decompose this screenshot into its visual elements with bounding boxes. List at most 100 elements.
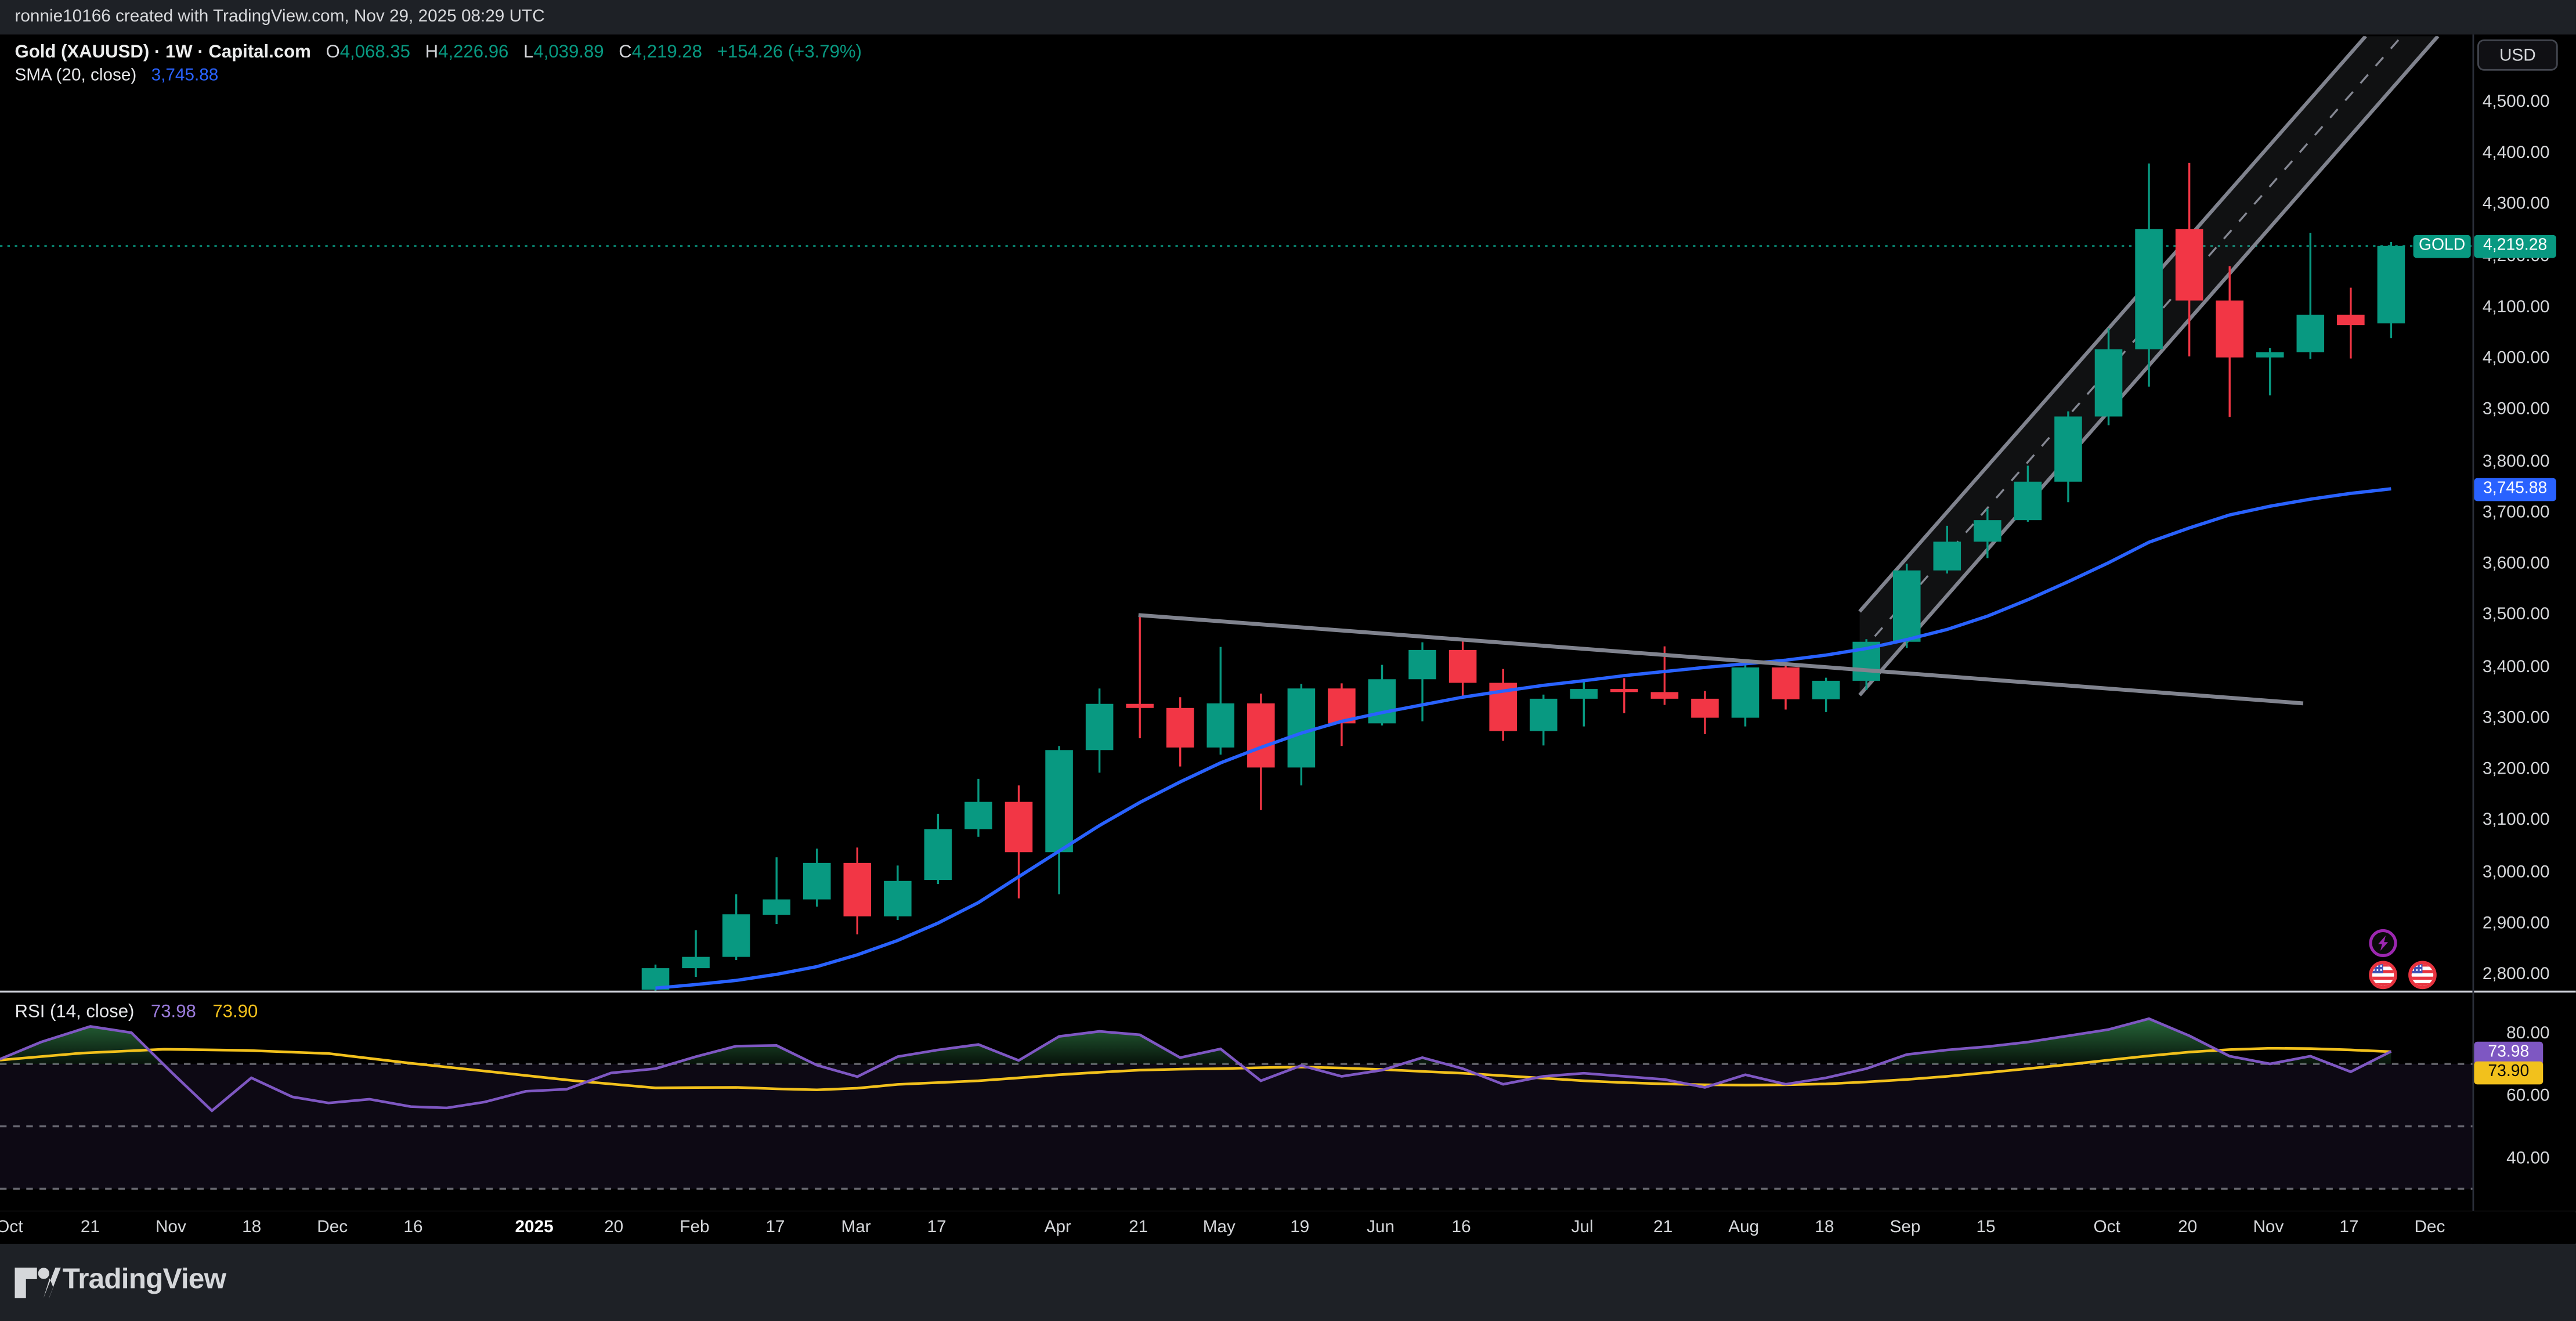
time-axis-label: 20 (604, 1216, 623, 1239)
candle-body (1045, 750, 1073, 852)
chart-canvas[interactable] (0, 0, 2576, 1321)
candle (884, 865, 912, 920)
candle-body (1368, 679, 1396, 723)
candle-body (2135, 229, 2163, 349)
high-value: 4,226.96 (438, 43, 508, 63)
price-axis-label: 3,700.00 (2464, 503, 2549, 522)
candle-body (1893, 571, 1921, 642)
candles (642, 163, 2405, 1008)
candle (1328, 683, 1356, 746)
candle (2216, 266, 2243, 417)
candle-body (1288, 688, 1316, 767)
candle-body (1974, 520, 2001, 542)
flag-star (2419, 969, 2421, 971)
candle (2256, 348, 2284, 395)
candle (1732, 662, 1760, 726)
tradingview-logo-icon[interactable] (15, 1264, 60, 1303)
currency-button[interactable]: USD (2477, 39, 2558, 71)
tradingview-logo-text[interactable]: TradingView (63, 1262, 226, 1296)
time-axis-label: 16 (1452, 1216, 1471, 1239)
time-axis-label: Jul (1571, 1216, 1594, 1239)
flag-star (2380, 969, 2382, 971)
candle-body (844, 863, 872, 916)
candle (1449, 640, 1477, 697)
flag-star (2416, 969, 2418, 971)
candle-body (1449, 650, 1477, 683)
us-flag-event-icon[interactable] (2371, 962, 2396, 987)
sma-legend[interactable]: SMA (20, close) 3,745.88 (15, 66, 218, 85)
candle (2378, 242, 2405, 338)
lightning-event-icon[interactable] (2371, 930, 2396, 955)
candle (682, 930, 710, 977)
candle-body (1812, 681, 1840, 699)
change-value: +154.26 (+3.79%) (717, 43, 862, 63)
price-axis-label: 4,000.00 (2464, 349, 2549, 369)
price-axis-label: 4,400.00 (2464, 143, 2549, 163)
rsi-pane (0, 1019, 2473, 1189)
low-value: 4,039.89 (533, 43, 604, 63)
main-pane (0, 36, 2473, 1008)
flag-stripe (2372, 977, 2395, 980)
candle-body (1207, 703, 1235, 748)
candle (1045, 746, 1073, 894)
candle (1772, 662, 1800, 709)
candle-body (1530, 699, 1558, 731)
symbol-legend[interactable]: Gold (XAUUSD) · 1W · Capital.com O4,068.… (15, 43, 862, 63)
time-axis[interactable]: Oct21Nov18Dec16202520Feb17Mar17Apr21May1… (0, 1211, 2576, 1244)
rsi-legend[interactable]: RSI (14, close) 73.98 73.90 (15, 1002, 258, 1022)
candle (1570, 679, 1598, 726)
time-axis-label: 15 (1976, 1216, 1995, 1239)
candle (1126, 615, 1154, 738)
time-axis-label: Dec (2414, 1216, 2445, 1239)
rsi-axis-label: 40.00 (2464, 1147, 2549, 1167)
time-axis-label: 21 (1653, 1216, 1672, 1239)
price-axis-label: 4,300.00 (2464, 194, 2549, 214)
candle-body (803, 863, 831, 900)
flag-stripe (2372, 973, 2395, 976)
rsi-overbought-fill (1880, 1019, 2331, 1064)
candle-body (1772, 667, 1800, 699)
flag-star (2419, 965, 2421, 967)
sma-line (656, 489, 2391, 988)
time-axis-label: Oct (2093, 1216, 2120, 1239)
price-axis-label: 3,300.00 (2464, 708, 2549, 728)
time-axis-label: 2025 (515, 1216, 554, 1239)
close-value: 4,219.28 (632, 43, 702, 63)
open-label: O (326, 43, 339, 63)
candle (1610, 678, 1638, 713)
time-axis-label: Mar (841, 1216, 871, 1239)
candle-body (1086, 704, 1114, 750)
rsi-price-tag: 73.98 (2474, 1041, 2543, 1064)
gold-price-tag: 4,219.28 (2474, 235, 2556, 258)
time-axis-label: Aug (1728, 1216, 1759, 1239)
candle-body (2014, 482, 2042, 520)
candle-body (2054, 417, 2082, 482)
rsi-axis-label: 60.00 (2464, 1085, 2549, 1105)
open-value: 4,068.35 (340, 43, 410, 63)
price-axis-label: 3,900.00 (2464, 400, 2549, 420)
candle-body (1610, 689, 1638, 692)
candle-body (722, 914, 750, 957)
gold-symbol-tag: GOLD (2414, 235, 2471, 258)
candle (1691, 691, 1719, 734)
candle (964, 779, 992, 837)
candle-body (2256, 352, 2284, 358)
tradingview-snapshot: ronnie10166 created with TradingView.com… (0, 0, 2576, 1321)
candle-body (2337, 315, 2365, 325)
flag-star (2376, 969, 2378, 971)
channel-upper-line (1860, 36, 2366, 611)
time-axis-label: Sep (1890, 1216, 1921, 1239)
time-axis-label: 20 (2178, 1216, 2197, 1239)
candle-body (964, 802, 992, 829)
candle (763, 857, 790, 924)
us-flag-event-icon[interactable] (2410, 962, 2435, 987)
time-axis-label: Feb (680, 1216, 709, 1239)
time-axis-label: May (1203, 1216, 1235, 1239)
candle (1207, 647, 1235, 755)
bottom-toolbar (0, 1244, 2576, 1321)
candle (2337, 288, 2365, 359)
price-axis-label: 3,000.00 (2464, 862, 2549, 882)
sma-title: SMA (20, close) (15, 66, 136, 85)
candle-body (1691, 699, 1719, 718)
symbol-title: Gold (XAUUSD) · 1W · Capital.com (15, 43, 310, 63)
